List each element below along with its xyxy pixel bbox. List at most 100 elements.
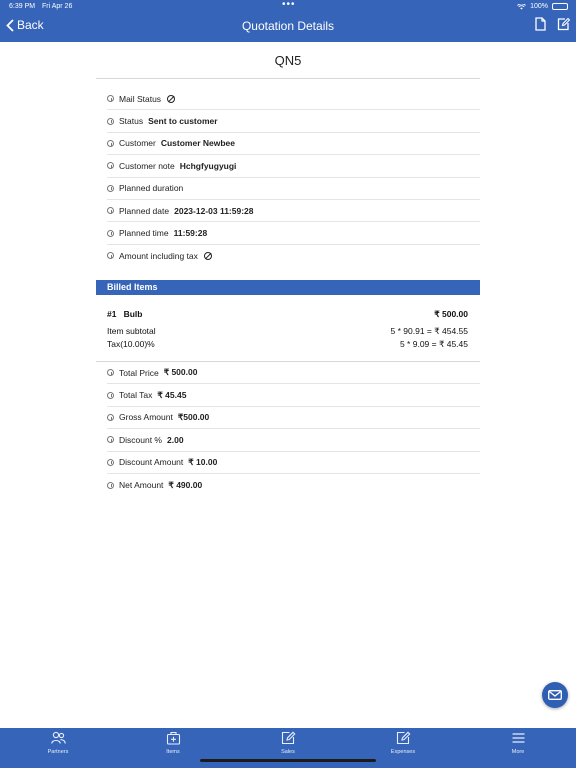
detail-label: Customer	[119, 138, 156, 149]
sales-icon	[281, 731, 295, 745]
detail-value: 2023-12-03 11:59:28	[174, 205, 254, 216]
detail-row-mail-status: Mail Status	[107, 88, 480, 111]
billed-item-row[interactable]: #1 Bulb ₹ 500.00	[107, 309, 468, 320]
status-time: 6:39 PM	[9, 3, 36, 10]
info-icon	[107, 413, 114, 421]
mail-icon	[548, 690, 562, 700]
billed-item-index: #1	[107, 309, 117, 319]
item-tax-row: Tax(10.00)% 5 * 9.09 = ₹ 45.45	[107, 339, 468, 350]
total-row-gross-amount: Gross Amount ₹500.00	[107, 407, 480, 430]
info-icon	[107, 369, 114, 377]
edit-icon	[557, 17, 571, 31]
tab-label: Sales	[281, 749, 295, 755]
edit-button[interactable]	[557, 17, 571, 31]
tab-expenses[interactable]: Expenses	[363, 731, 443, 755]
total-label: Discount %	[119, 434, 162, 445]
info-icon	[107, 481, 114, 489]
detail-row-planned-date: Planned date 2023-12-03 11:59:28	[107, 200, 480, 223]
detail-label: Status	[119, 116, 144, 127]
total-label: Net Amount	[119, 480, 164, 491]
partners-icon	[50, 731, 66, 744]
item-subtotal-label: Item subtotal	[107, 326, 156, 336]
total-row-discount-amount: Discount Amount ₹ 10.00	[107, 452, 480, 474]
item-tax-value: 5 * 9.09 = ₹ 45.45	[399, 339, 468, 349]
na-icon	[167, 94, 176, 103]
detail-label: Planned time	[119, 228, 169, 239]
status-bar: 6:39 PM Fri Apr 26 ••• 100%	[0, 0, 576, 13]
expenses-icon	[396, 731, 410, 745]
info-icon	[107, 139, 114, 147]
info-icon	[107, 252, 114, 260]
billed-items-header: Billed Items	[96, 280, 480, 295]
chevron-left-icon	[6, 18, 14, 32]
battery-icon	[552, 3, 568, 10]
divider	[96, 78, 480, 79]
status-right: 100%	[517, 3, 568, 10]
total-row-total-price: Total Price ₹ 500.00	[107, 362, 480, 385]
tab-label: More	[511, 749, 525, 755]
total-row-total-tax: Total Tax ₹ 45.45	[107, 384, 480, 407]
info-icon	[107, 117, 114, 125]
total-value: ₹ 490.00	[168, 479, 203, 490]
tab-sales[interactable]: Sales	[248, 731, 328, 755]
back-label: Back	[17, 18, 44, 32]
quotation-number: QN5	[274, 53, 302, 68]
tab-items[interactable]: Items	[133, 731, 213, 755]
detail-value: Sent to customer	[148, 116, 218, 127]
detail-row-planned-duration: Planned duration	[107, 178, 480, 200]
items-icon	[166, 731, 180, 745]
total-label: Total Price	[119, 367, 159, 378]
home-indicator	[200, 759, 376, 762]
item-subtotal-value: 5 * 90.91 = ₹ 454.55	[390, 326, 468, 336]
info-icon	[107, 458, 114, 466]
detail-row-customer: Customer Customer Newbee	[107, 133, 480, 156]
total-label: Total Tax	[119, 390, 153, 401]
detail-label: Planned date	[119, 205, 170, 216]
info-icon	[107, 391, 114, 399]
top-bar: 6:39 PM Fri Apr 26 ••• 100% Back Quotati…	[0, 0, 576, 42]
total-value: ₹500.00	[177, 411, 210, 422]
item-tax-label: Tax(10.00)%	[107, 339, 155, 349]
total-value: ₹ 45.45	[157, 389, 187, 400]
status-date: Fri Apr 26	[42, 3, 73, 10]
detail-row-amount-including-tax: Amount including tax	[107, 245, 480, 267]
info-icon	[107, 95, 114, 103]
detail-value: 11:59:28	[173, 228, 208, 239]
detail-row-planned-time: Planned time 11:59:28	[107, 222, 480, 245]
tab-label: Partners	[47, 749, 69, 755]
billed-item-total: ₹ 500.00	[434, 309, 468, 319]
document-icon	[535, 17, 546, 31]
detail-label: Planned duration	[119, 183, 184, 194]
tab-more[interactable]: More	[478, 731, 558, 755]
info-icon	[107, 162, 114, 170]
page-title: Quotation Details	[241, 19, 335, 33]
info-icon	[107, 229, 114, 237]
item-subtotal-row: Item subtotal 5 * 90.91 = ₹ 454.55	[107, 326, 468, 337]
wifi-icon	[517, 3, 527, 9]
tab-label: Items	[166, 749, 180, 755]
total-value: ₹ 10.00	[188, 456, 218, 467]
detail-label: Amount including tax	[119, 250, 198, 261]
total-label: Gross Amount	[119, 412, 173, 423]
document-button[interactable]	[534, 17, 547, 31]
info-icon	[107, 436, 114, 444]
tab-partners[interactable]: Partners	[18, 731, 98, 755]
na-icon	[203, 251, 212, 260]
billed-item-name: Bulb	[123, 309, 143, 319]
detail-label: Mail Status	[119, 93, 162, 104]
info-icon	[107, 184, 114, 192]
detail-row-customer-note: Customer note Hchgfyugyugi	[107, 155, 480, 178]
total-row-discount-percent: Discount % 2.00	[107, 429, 480, 452]
detail-label: Customer note	[119, 160, 175, 171]
billed-item-title: #1 Bulb	[107, 309, 142, 320]
detail-value: Customer Newbee	[160, 138, 236, 149]
battery-percent: 100%	[530, 3, 548, 10]
mail-fab-button[interactable]	[542, 682, 568, 708]
tab-label: Expenses	[390, 749, 416, 755]
back-button[interactable]: Back	[6, 18, 44, 32]
tab-bar: Partners Items Sales Expenses More	[0, 728, 576, 768]
multitasking-dots-icon[interactable]: •••	[282, 0, 296, 10]
menu-icon	[512, 733, 524, 743]
details-list: Mail Status Status Sent to customer Cust…	[107, 88, 480, 267]
nav-actions	[534, 17, 571, 31]
